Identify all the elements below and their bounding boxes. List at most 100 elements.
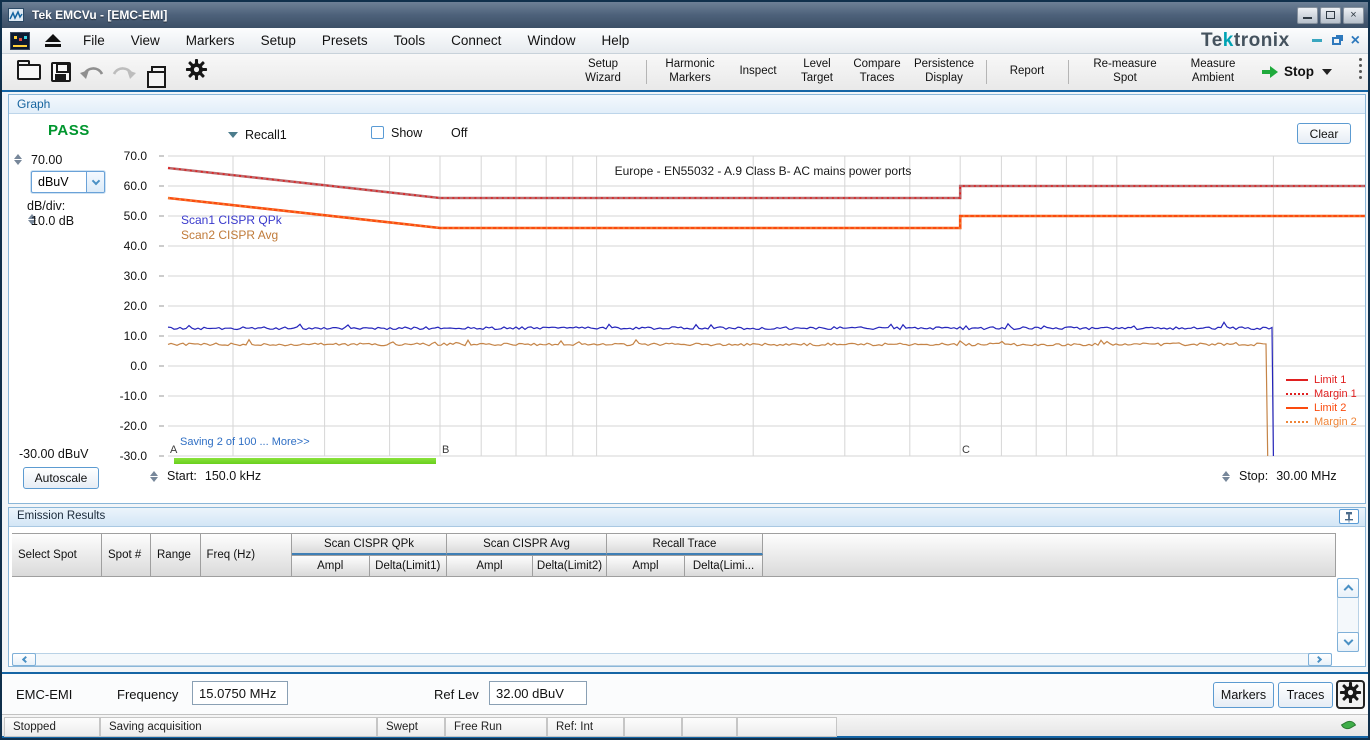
start-spinner[interactable] [149,470,159,483]
traces-button[interactable]: Traces [1278,682,1333,708]
menu-item-connect[interactable]: Connect [438,28,514,54]
copy-windows-icon[interactable] [144,54,172,90]
scroll-right-icon[interactable] [1308,653,1332,666]
green-run-arrow-icon [1262,66,1278,78]
range-marker-c: C [962,444,970,456]
menu-item-file[interactable]: File [70,28,118,54]
emission-results-header: Emission Results [9,508,1365,527]
scroll-up-icon[interactable] [1337,578,1359,598]
pin-icon[interactable] [1339,509,1359,524]
group-header-scan-cispr-qpk[interactable]: Scan CISPR QPk [292,533,447,555]
saving-progress-text[interactable]: Saving 2 of 100 ... More>> [180,436,310,448]
group-header-recall-trace[interactable]: Recall Trace [607,533,763,555]
menu-item-markers[interactable]: Markers [173,28,248,54]
menu-item-setup[interactable]: Setup [248,28,309,54]
sub-header[interactable]: Delta(Limit1) [370,555,448,577]
autoscale-button[interactable]: Autoscale [23,467,99,489]
menu-item-presets[interactable]: Presets [309,28,381,54]
menu-bar: FileViewMarkersSetupPresetsToolsConnectW… [2,28,1368,54]
legend-item: Limit 2 [1286,401,1357,415]
close-icon[interactable]: × [1343,7,1364,24]
menu-item-tools[interactable]: Tools [381,28,439,54]
ref-lev-input[interactable]: 32.00 dBuV [489,681,587,705]
waveform-app-icon [8,8,24,22]
start-frequency-control: Start: 150.0 kHz [149,469,261,483]
toolbar-button-harmonic-markers[interactable]: HarmonicMarkers [650,55,730,89]
emission-results-panel: Emission Results Select SpotSpot #RangeF… [8,507,1366,667]
save-icon[interactable] [48,54,74,90]
column-header-empty [763,533,1336,577]
toolbar: SetupWizard HarmonicMarkersInspectLevelTa… [2,54,1368,92]
sub-header[interactable]: Delta(Limi... [685,555,763,577]
leaf-indicator-icon [1342,721,1355,729]
spectrum-app-icon[interactable] [10,32,30,50]
legend-label: Margin 2 [1314,416,1357,428]
toolbar-separator [986,60,987,84]
column-header-range[interactable]: Range [151,533,201,577]
legend-swatch [1286,393,1308,395]
stop-label: Stop [1284,64,1314,80]
app-mode-label: EMC-EMI [16,687,72,702]
legend-swatch [1286,407,1308,409]
frequency-label: Frequency [117,687,178,702]
dropdown-caret-icon[interactable] [1322,69,1332,75]
stop-button[interactable]: Stop [1254,55,1340,89]
toolbar-button-persistence-display[interactable]: PersistenceDisplay [908,55,980,89]
sub-header[interactable]: Delta(Limit2) [533,555,607,577]
group-header-scan-cispr-avg[interactable]: Scan CISPR Avg [447,533,607,555]
stop-spinner[interactable] [1221,470,1231,483]
scroll-left-icon[interactable] [12,653,36,666]
mdi-restore-icon[interactable] [1332,37,1341,45]
stop-freq-label: Stop: [1239,469,1268,483]
toolbar-button-compare-traces[interactable]: CompareTraces [848,55,906,89]
legend-swatch [1286,421,1308,423]
open-folder-icon[interactable] [14,54,44,90]
scan2-trace-label: Scan2 CISPR Avg [181,228,278,242]
menu-item-view[interactable]: View [118,28,173,54]
mdi-close-icon[interactable]: × [1351,32,1360,50]
limit-standard-annotation: Europe - EN55032 - A.9 Class B- AC mains… [563,164,963,178]
maximize-icon[interactable] [1320,7,1341,24]
emission-results-title: Emission Results [17,510,105,522]
sub-header[interactable]: Ampl [447,555,533,577]
menu-item-help[interactable]: Help [588,28,642,54]
start-value[interactable]: 150.0 kHz [205,469,261,483]
results-hscrollbar[interactable] [12,653,1332,666]
toolbar-button-re-measure-spot[interactable]: Re-measureSpot [1080,55,1170,89]
mdi-minimize-icon[interactable] [1312,39,1322,42]
status-cell [737,717,837,737]
stop-freq-value[interactable]: 30.00 MHz [1276,469,1336,483]
settings-gear-icon[interactable] [182,54,210,90]
status-cell-saving-acquisition: Saving acquisition [100,717,377,737]
gear-button-icon[interactable] [1336,680,1365,709]
eject-icon[interactable] [44,34,62,48]
overflow-dots-icon[interactable] [1359,58,1362,79]
tektronix-logo: Tektronix [1201,30,1290,52]
column-header-freq-hz-[interactable]: Freq (Hz) [201,533,293,577]
ref-lev-label: Ref Lev [434,687,479,702]
range-marker-b: B [442,444,449,456]
toolbar-button-report[interactable]: Report [990,55,1064,89]
frequency-input[interactable]: 15.0750 MHz [192,681,288,705]
undo-icon[interactable] [78,54,108,90]
sub-header[interactable]: Ampl [292,555,370,577]
sub-header[interactable]: Ampl [607,555,685,577]
menu-item-window[interactable]: Window [514,28,588,54]
status-cell-stopped: Stopped [4,717,100,737]
scroll-down-icon[interactable] [1337,632,1359,652]
graph-panel: Graph PASS Recall1 Show Off Clear 70.00 … [8,94,1366,504]
toolbar-button-level-target[interactable]: LevelTarget [788,55,846,89]
markers-button[interactable]: Markers [1213,682,1274,708]
toolbar-button-setup-wizard[interactable]: SetupWizard [565,55,641,89]
toolbar-button-measure-ambient[interactable]: MeasureAmbient [1172,55,1254,89]
scan1-trace-label: Scan1 CISPR QPk [181,213,282,227]
toolbar-button-inspect[interactable]: Inspect [732,55,784,89]
start-label: Start: [167,469,197,483]
column-header-select-spot[interactable]: Select Spot [12,533,102,577]
redo-icon[interactable] [108,54,138,90]
minimize-icon[interactable] [1297,7,1318,24]
stop-frequency-control: Stop: 30.00 MHz [1221,469,1337,483]
column-header-spot-[interactable]: Spot # [102,533,151,577]
legend-item: Margin 2 [1286,415,1357,429]
status-cell-ref-int: Ref: Int [547,717,624,737]
